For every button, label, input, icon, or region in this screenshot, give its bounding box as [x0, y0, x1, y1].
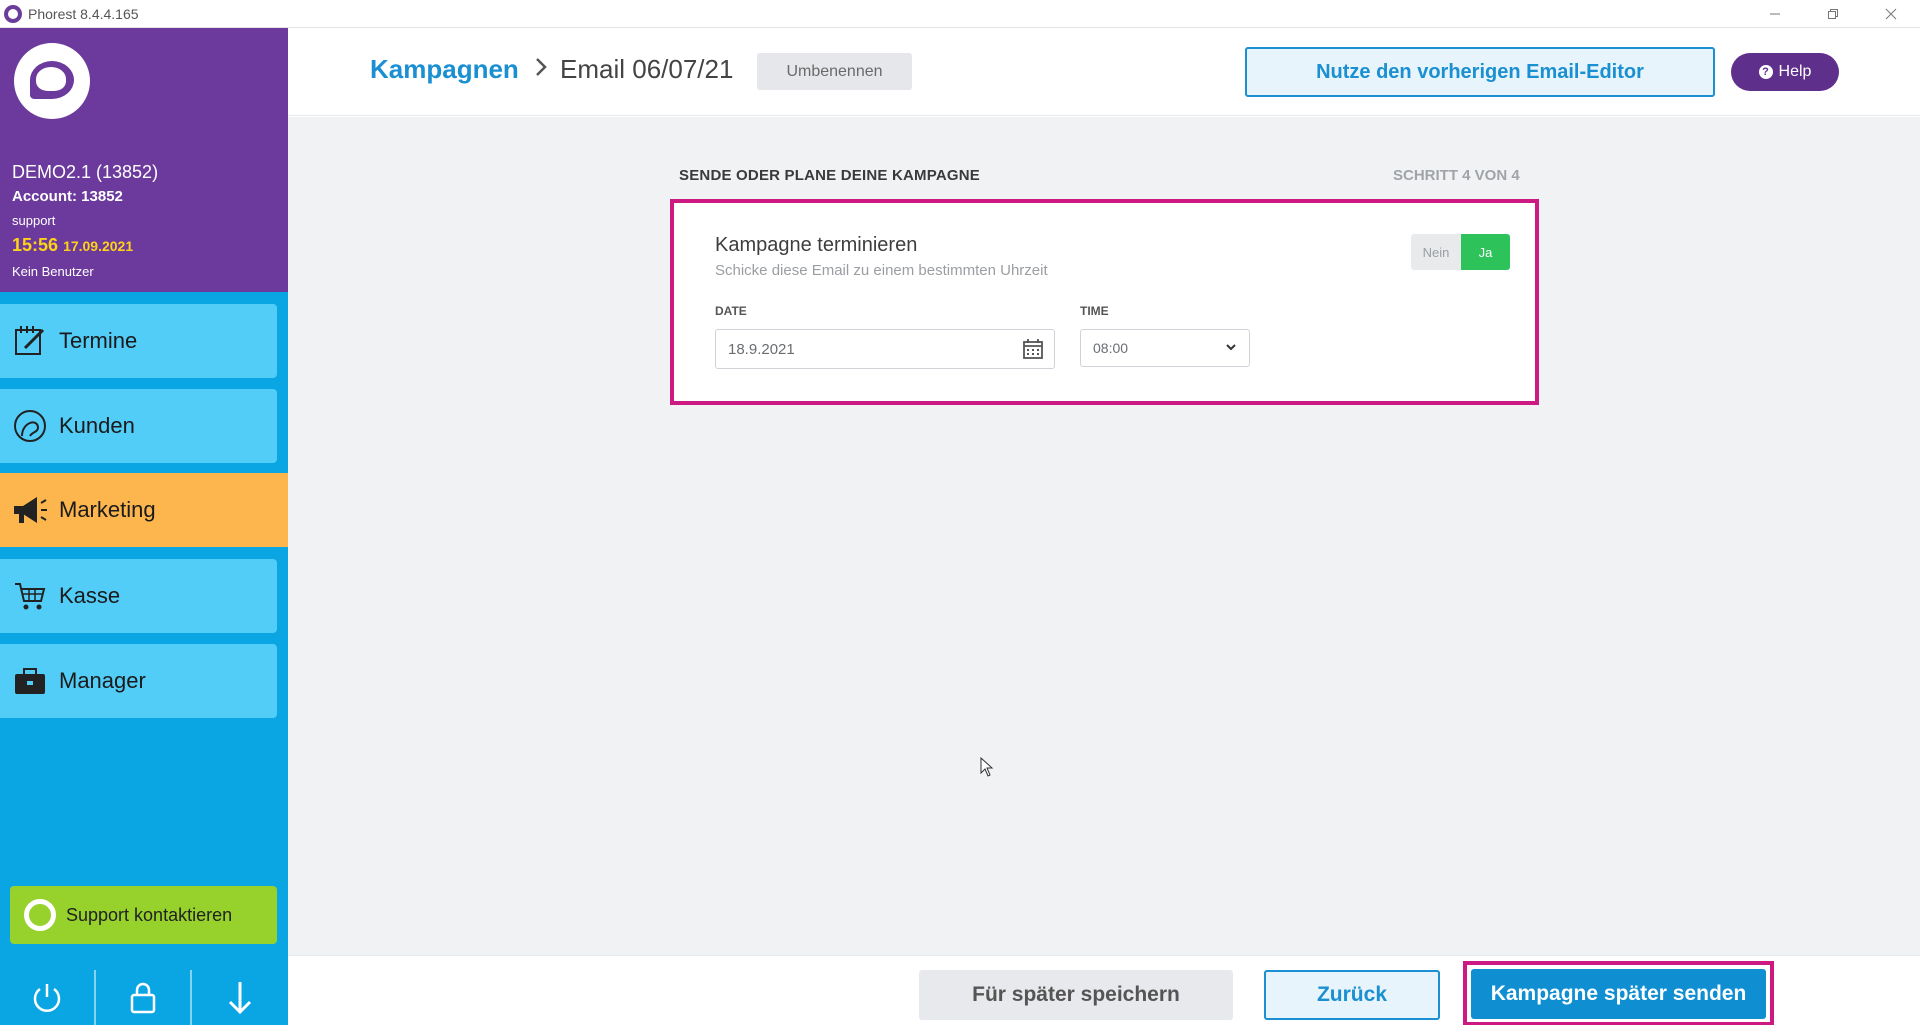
nav-label: Kasse	[59, 583, 121, 608]
main-content: SENDE ODER PLANE DEINE KAMPAGNE SCHRITT …	[288, 117, 1920, 955]
mouse-cursor-icon	[980, 756, 994, 782]
lock-icon[interactable]	[96, 970, 192, 1025]
cart-icon	[9, 575, 51, 617]
action-footer: Für später speichern Zurück Kampagne spä…	[288, 955, 1920, 1025]
rename-button[interactable]: Umbenennen	[757, 53, 912, 90]
page-title: Email 06/07/21	[560, 54, 734, 84]
save-later-button[interactable]: Für später speichern	[919, 970, 1233, 1020]
nav-label: Marketing	[59, 497, 156, 522]
nav-item-kasse[interactable]: Kasse	[0, 559, 277, 633]
megaphone-icon	[9, 489, 51, 531]
step-indicator: SCHRITT 4 VON 4	[1393, 167, 1520, 184]
schedule-toggle[interactable]: Nein Ja	[1411, 234, 1510, 270]
briefcase-icon	[9, 660, 51, 702]
lifebuoy-icon	[24, 899, 56, 931]
chevron-down-icon	[1225, 340, 1237, 356]
sidebar-bottom-actions	[0, 970, 288, 1025]
chevron-right-icon	[534, 56, 548, 85]
calendar-icon[interactable]	[1012, 329, 1055, 369]
toggle-nein[interactable]: Nein	[1411, 234, 1461, 270]
nav-item-manager[interactable]: Manager	[0, 644, 277, 718]
date-label: DATE	[715, 304, 747, 318]
support-contact-button[interactable]: Support kontaktieren	[10, 886, 277, 944]
minimize-icon[interactable]	[1746, 0, 1804, 28]
send-later-highlight: Kampagne später senden	[1463, 961, 1774, 1025]
sidebar: DEMO2.1 (13852) Account: 13852 support 1…	[0, 28, 288, 1025]
date-field[interactable]: 18.9.2021	[715, 329, 1013, 369]
nav-label: Kunden	[59, 413, 135, 438]
nav-label: Termine	[59, 328, 138, 353]
nav-item-termine[interactable]: Termine	[0, 304, 277, 378]
send-later-button[interactable]: Kampagne später senden	[1471, 969, 1766, 1019]
profile-panel: DEMO2.1 (13852) Account: 13852 support 1…	[0, 28, 288, 292]
app-logo-icon	[4, 4, 22, 23]
calendar-edit-icon	[9, 320, 51, 362]
window-titlebar: Phorest 8.4.4.165	[0, 0, 1920, 28]
nav-item-kunden[interactable]: Kunden	[0, 389, 277, 463]
client-head-icon	[9, 405, 51, 447]
window-title: Phorest 8.4.4.165	[28, 5, 139, 22]
window-controls	[1746, 0, 1920, 28]
page-header: Kampagnen Email 06/07/21 Umbenennen Nutz…	[288, 28, 1920, 116]
time-select[interactable]: 08:00	[1080, 329, 1250, 367]
current-datetime: 15:56 17.09.2021	[12, 235, 133, 256]
arrow-down-icon[interactable]	[192, 970, 288, 1025]
company-name: DEMO2.1 (13852)	[12, 162, 159, 182]
time-label: TIME	[1080, 304, 1109, 318]
current-date: 17.09.2021	[63, 238, 134, 254]
toggle-ja[interactable]: Ja	[1461, 234, 1510, 270]
question-icon: ?	[1758, 65, 1773, 79]
phorest-logo	[14, 43, 90, 119]
nav-label: Manager	[59, 668, 146, 693]
nav-item-marketing[interactable]: Marketing	[0, 473, 288, 547]
support-label: Support kontaktieren	[66, 904, 233, 925]
user-role: support	[12, 213, 56, 228]
power-icon[interactable]	[0, 970, 96, 1025]
restore-icon[interactable]	[1804, 0, 1862, 28]
breadcrumb-kampagnen-link[interactable]: Kampagnen	[370, 54, 519, 85]
help-label: Help	[1778, 63, 1812, 80]
current-time: 15:56	[12, 235, 59, 255]
time-value: 08:00	[1093, 340, 1129, 356]
account-number: Account: 13852	[12, 188, 123, 205]
section-title: SENDE ODER PLANE DEINE KAMPAGNE	[679, 167, 980, 184]
close-icon[interactable]	[1862, 0, 1920, 28]
card-title: Kampagne terminieren	[715, 234, 918, 256]
current-user: Kein Benutzer	[12, 264, 94, 279]
card-subtitle: Schicke diese Email zu einem bestimmten …	[715, 262, 1048, 279]
legacy-email-editor-button[interactable]: Nutze den vorherigen Email-Editor	[1245, 47, 1715, 97]
back-button[interactable]: Zurück	[1264, 970, 1440, 1020]
help-button[interactable]: ? Help	[1731, 53, 1839, 91]
schedule-campaign-card: Kampagne terminieren Schicke diese Email…	[670, 199, 1539, 405]
